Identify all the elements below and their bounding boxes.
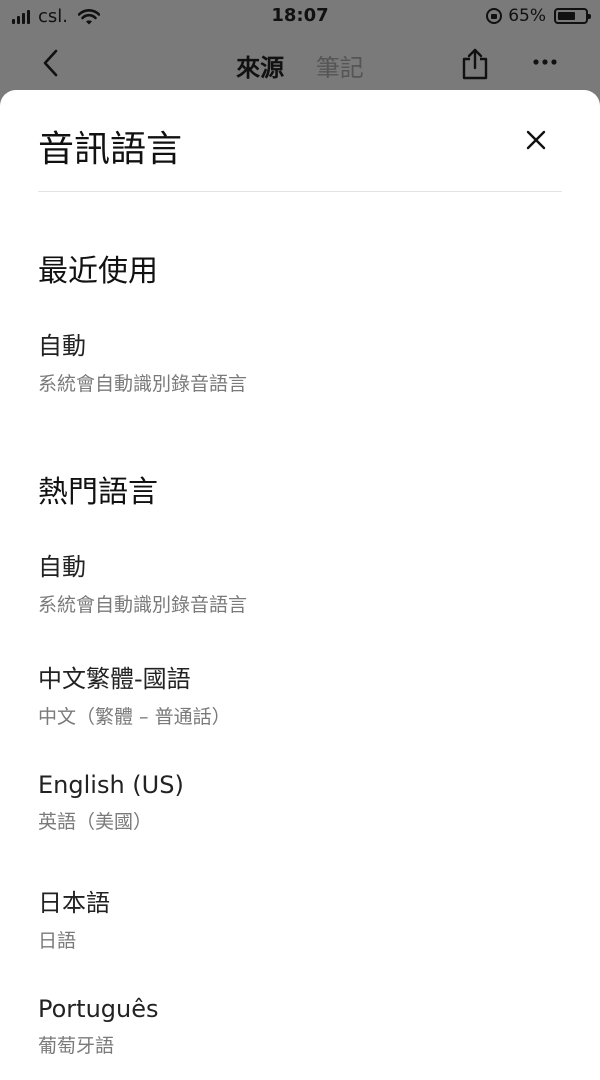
nav-bar: 來源 筆記 xyxy=(0,34,600,94)
tab-bar: 來源 筆記 xyxy=(0,48,600,94)
language-desc: 中文（繁體 – 普通話） xyxy=(38,706,231,728)
sheet-title: 音訊語言 xyxy=(38,129,183,170)
language-name: English (US) xyxy=(38,771,184,799)
status-bar: csl. 18:07 65% xyxy=(0,0,600,34)
close-icon[interactable] xyxy=(522,126,550,154)
language-sheet: 音訊語言 最近使用 自動 系統會自動識別錄音語言 熱門語言 自動 系統會自動識別… xyxy=(0,90,600,1080)
battery-icon xyxy=(554,8,591,24)
language-name: Português xyxy=(38,995,159,1023)
language-name: 自動 xyxy=(38,332,86,360)
language-item-en-us[interactable]: English (US) 英語（美國） xyxy=(38,771,558,834)
orientation-lock-icon xyxy=(486,8,503,24)
language-name: 自動 xyxy=(38,553,86,581)
section-title-recent: 最近使用 xyxy=(38,254,158,289)
language-desc: 葡萄牙語 xyxy=(38,1035,115,1057)
language-desc: 英語（美國） xyxy=(38,811,153,833)
status-right: 65% xyxy=(486,6,591,26)
battery-percent: 65% xyxy=(508,6,546,26)
language-name: 日本語 xyxy=(38,889,110,917)
language-item-ja[interactable]: 日本語 日語 xyxy=(38,883,558,953)
header-divider xyxy=(38,191,562,192)
more-icon[interactable] xyxy=(530,56,560,68)
language-desc: 系統會自動識別錄音語言 xyxy=(38,373,248,395)
language-item-pt[interactable]: Português 葡萄牙語 xyxy=(38,995,558,1058)
tab-notes[interactable]: 筆記 xyxy=(316,48,364,91)
language-item-recent-auto[interactable]: 自動 系統會自動識別錄音語言 xyxy=(38,326,558,396)
share-icon[interactable] xyxy=(460,48,490,80)
language-item-auto[interactable]: 自動 系統會自動識別錄音語言 xyxy=(38,547,558,617)
battery-fill xyxy=(558,12,575,20)
tab-source[interactable]: 來源 xyxy=(236,48,285,94)
language-desc: 日語 xyxy=(38,930,77,952)
section-title-popular: 熱門語言 xyxy=(38,475,158,510)
language-desc: 系統會自動識別錄音語言 xyxy=(38,594,248,616)
language-name: 中文繁體-國語 xyxy=(38,665,191,693)
language-item-zh-tw[interactable]: 中文繁體-國語 中文（繁體 – 普通話） xyxy=(38,659,558,729)
